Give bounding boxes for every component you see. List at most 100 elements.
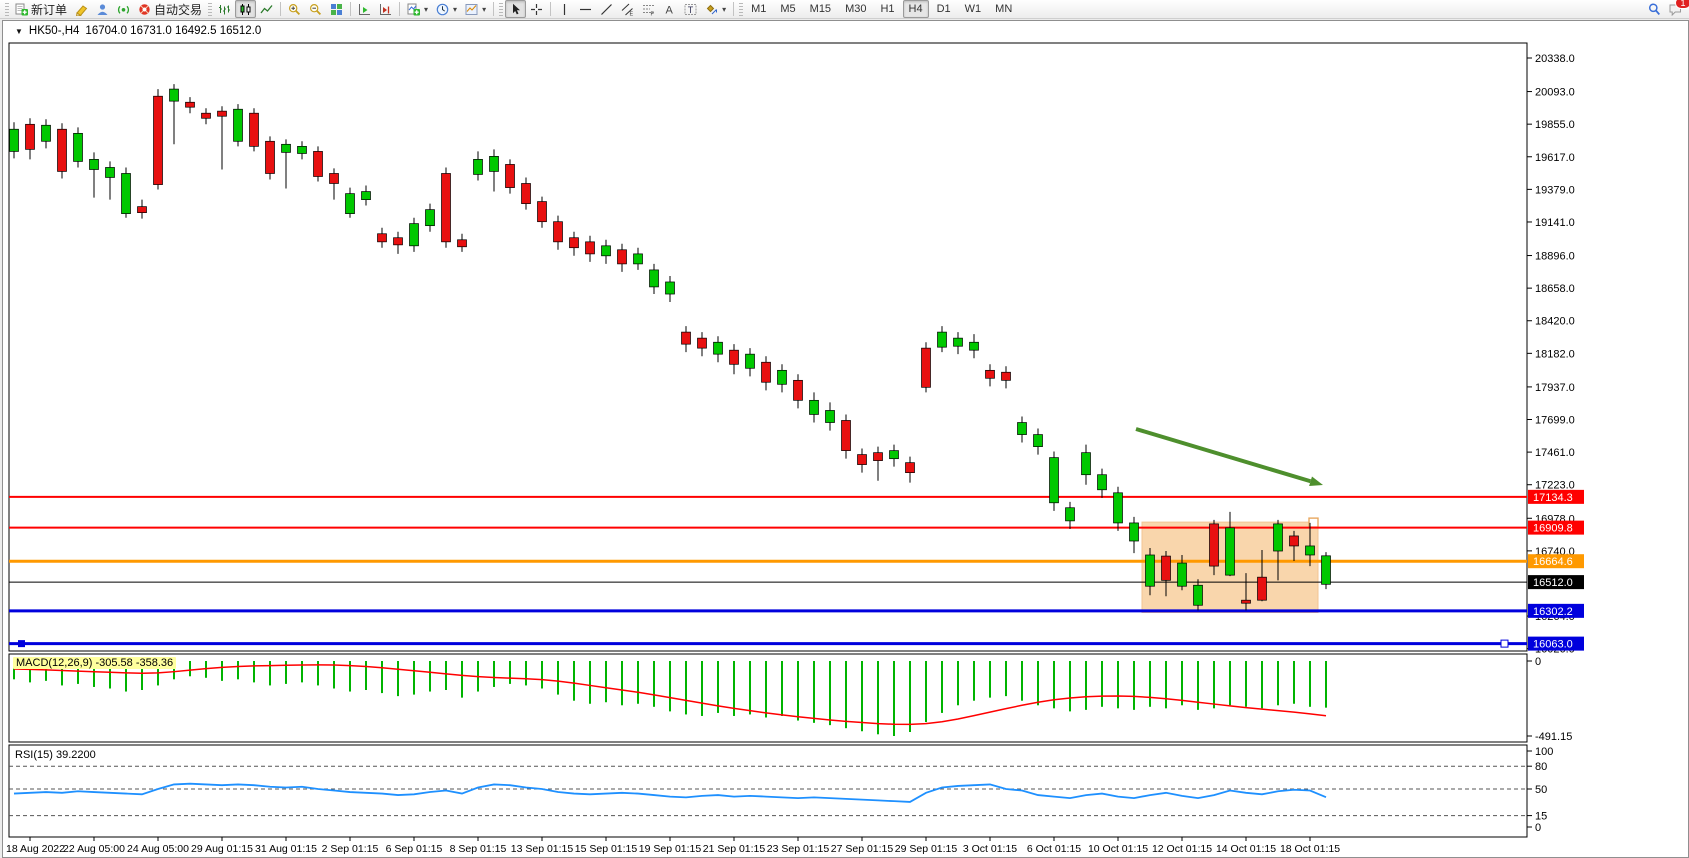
svg-text:27 Sep 01:15: 27 Sep 01:15 (831, 843, 894, 855)
horizontal-line-icon (579, 3, 592, 16)
svg-text:18658.0: 18658.0 (1535, 283, 1575, 295)
chat-button[interactable]: 1 (1665, 0, 1686, 18)
macd-label[interactable]: MACD(12,26,9) -305.58 -358.36 (13, 657, 176, 669)
styler-button[interactable] (71, 0, 92, 18)
toolbar-grip (739, 3, 743, 16)
svg-text:2 Sep 01:15: 2 Sep 01:15 (322, 843, 379, 855)
toolbar-separator (493, 2, 494, 16)
bar-chart-icon (218, 3, 231, 16)
svg-text:29 Aug 01:15: 29 Aug 01:15 (191, 843, 253, 855)
autotrade-label: 自动交易 (154, 1, 202, 18)
svg-text:14 Oct 01:15: 14 Oct 01:15 (1216, 843, 1276, 855)
bar-chart-button[interactable] (214, 0, 235, 18)
chart-title-bar: ▼ HK50-,H4 16704.0 16731.0 16492.5 16512… (15, 25, 261, 37)
new-order-button[interactable]: 新订单 (11, 0, 71, 18)
fibonacci-button[interactable]: F (638, 0, 659, 18)
toolbar-grip (208, 3, 212, 16)
svg-text:19 Sep 01:15: 19 Sep 01:15 (639, 843, 702, 855)
signals-button[interactable] (113, 0, 134, 18)
svg-text:19141.0: 19141.0 (1535, 217, 1575, 229)
line-chart-button[interactable] (256, 0, 277, 18)
rsi-value: 39.2200 (56, 749, 96, 761)
tile-windows-icon (330, 3, 343, 16)
timeframe-M15[interactable]: M15 (804, 0, 837, 18)
indicators-button[interactable]: ▾ (403, 0, 432, 18)
svg-text:3 Oct 01:15: 3 Oct 01:15 (963, 843, 1017, 855)
timeframe-H1[interactable]: H1 (874, 0, 900, 18)
vertical-line-button[interactable] (554, 0, 575, 18)
time-axis[interactable]: 18 Aug 202222 Aug 05:0024 Aug 05:0029 Au… (6, 837, 1340, 855)
search-icon (1648, 3, 1661, 16)
indicators-icon (407, 3, 420, 16)
dropdown-arrow-icon: ▾ (722, 5, 726, 14)
trendline-button[interactable] (596, 0, 617, 18)
svg-text:80: 80 (1535, 761, 1547, 773)
svg-text:0: 0 (1535, 822, 1541, 834)
trendline-icon (600, 3, 613, 16)
signals-icon (117, 3, 130, 16)
auto-scroll-icon (358, 3, 371, 16)
rsi-label[interactable]: RSI(15) 39.2200 (15, 749, 96, 761)
tile-windows-button[interactable] (326, 0, 347, 18)
timeframe-W1[interactable]: W1 (959, 0, 988, 18)
toolbar-separator (280, 2, 281, 16)
svg-text:19379.0: 19379.0 (1535, 184, 1575, 196)
text-label-button[interactable]: T (680, 0, 701, 18)
crosshair-button[interactable] (526, 0, 547, 18)
cursor-arrow-icon (509, 3, 522, 16)
community-button[interactable] (92, 0, 113, 18)
candlestick-chart-button[interactable] (235, 0, 256, 18)
search-button[interactable] (1644, 0, 1665, 18)
cursor-button[interactable] (505, 0, 526, 18)
timeframe-bar: M1M5M15M30H1H4D1W1MN (745, 0, 1018, 18)
horizontal-line-button[interactable] (575, 0, 596, 18)
zoom-in-icon (288, 3, 301, 16)
svg-text:-491.15: -491.15 (1535, 731, 1572, 743)
svg-text:15: 15 (1535, 811, 1547, 823)
arrows-button[interactable]: ▾ (701, 0, 730, 18)
zoom-in-button[interactable] (284, 0, 305, 18)
timeframe-D1[interactable]: D1 (931, 0, 957, 18)
periods-button[interactable]: ▾ (432, 0, 461, 18)
styler-icon (75, 3, 88, 16)
svg-text:8 Sep 01:15: 8 Sep 01:15 (450, 843, 507, 855)
autotrade-button[interactable]: 自动交易 (134, 0, 206, 18)
auto-scroll-button[interactable] (354, 0, 375, 18)
svg-text:T: T (688, 5, 694, 15)
svg-text:16302.2: 16302.2 (1533, 606, 1573, 618)
symbol-dropdown-icon[interactable]: ▼ (15, 27, 23, 36)
svg-text:18420.0: 18420.0 (1535, 316, 1575, 328)
svg-text:10 Oct 01:15: 10 Oct 01:15 (1088, 843, 1148, 855)
toolbar-separator (550, 2, 551, 16)
text-icon: A (663, 3, 676, 16)
svg-text:18896.0: 18896.0 (1535, 251, 1575, 263)
chart-shift-button[interactable] (375, 0, 396, 18)
toolbar-grip (499, 3, 503, 16)
timeframe-H4[interactable]: H4 (903, 0, 929, 18)
svg-text:18 Oct 01:15: 18 Oct 01:15 (1280, 843, 1340, 855)
text-label-icon: T (684, 3, 697, 16)
templates-button[interactable]: ▾ (461, 0, 490, 18)
autotrade-icon (138, 3, 151, 16)
svg-text:22 Aug 05:00: 22 Aug 05:00 (63, 843, 125, 855)
timeframe-M1[interactable]: M1 (745, 0, 772, 18)
chart-canvas[interactable]: 20338.020093.019855.019617.019379.019141… (3, 21, 1688, 857)
panel-frames (9, 43, 1527, 837)
chart-symbol-period: HK50-,H4 (29, 25, 80, 37)
chart-window: 20338.020093.019855.019617.019379.019141… (2, 20, 1689, 858)
macd-values: -305.58 -358.36 (95, 657, 173, 669)
timeframe-M30[interactable]: M30 (839, 0, 872, 18)
svg-text:6 Oct 01:15: 6 Oct 01:15 (1027, 843, 1081, 855)
equidistant-channel-button[interactable]: E (617, 0, 638, 18)
community-user-icon (96, 3, 109, 16)
toolbar-separator (350, 2, 351, 16)
timeframe-M5[interactable]: M5 (774, 0, 801, 18)
arrows-icon (705, 3, 718, 16)
svg-text:6 Sep 01:15: 6 Sep 01:15 (386, 843, 443, 855)
svg-text:23 Sep 01:15: 23 Sep 01:15 (767, 843, 830, 855)
toolbar-grip (5, 3, 9, 16)
text-button[interactable]: A (659, 0, 680, 18)
dropdown-arrow-icon: ▾ (482, 5, 486, 14)
timeframe-MN[interactable]: MN (989, 0, 1018, 18)
zoom-out-button[interactable] (305, 0, 326, 18)
